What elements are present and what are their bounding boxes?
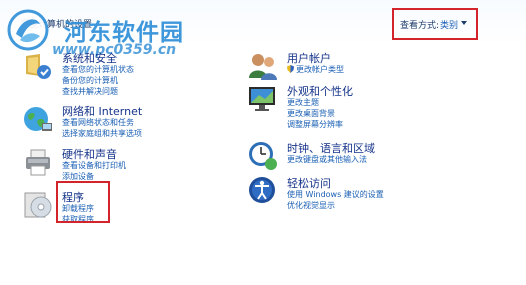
link-homegroup-sharing[interactable]: 选择家庭组和共享选项 [62, 128, 142, 139]
link-change-input-method[interactable]: 更改键盘或其他输入法 [287, 154, 367, 165]
link-troubleshoot[interactable]: 查找并解决问题 [62, 86, 118, 97]
link-change-account-type[interactable]: 更改帐户类型 [287, 64, 344, 75]
network-globe-icon [24, 107, 52, 131]
link-adjust-resolution[interactable]: 调整屏幕分辨率 [287, 119, 343, 130]
programs-disc-icon [24, 192, 52, 218]
category-appearance: 外观和个性化 更改主题 更改桌面背景 调整屏幕分辨率 [247, 83, 487, 131]
link-devices-printers[interactable]: 查看设备和打印机 [62, 160, 126, 171]
chevron-down-icon[interactable] [461, 21, 467, 25]
category-ease-of-access: 轻松访问 使用 Windows 建议的设置 优化视觉显示 [247, 175, 487, 213]
view-by-label: 查看方式: [400, 21, 440, 31]
category-user-accounts: 用户帐户 更改帐户类型 [247, 50, 487, 80]
view-by-dropdown[interactable]: 类别 [440, 18, 458, 31]
user-accounts-icon [249, 54, 277, 80]
link-optimize-visual-display[interactable]: 优化视觉显示 [287, 200, 335, 211]
view-by-control: 查看方式: 类别 [392, 8, 478, 40]
clock-globe-icon [249, 142, 277, 170]
watermark-logo-icon [7, 9, 49, 51]
category-network-internet: 网络和 Internet 查看网络状态和任务 选择家庭组和共享选项 [22, 103, 222, 141]
link-backup-computer[interactable]: 备份您的计算机 [62, 75, 118, 86]
link-view-computer-status[interactable]: 查看您的计算机状态 [62, 64, 134, 75]
link-change-theme[interactable]: 更改主题 [287, 97, 319, 108]
printer-icon [26, 149, 50, 176]
link-change-desktop-background[interactable]: 更改桌面背景 [287, 108, 335, 119]
uac-shield-icon [287, 65, 294, 73]
link-windows-recommended-settings[interactable]: 使用 Windows 建议的设置 [287, 189, 384, 200]
control-panel-window: 调整计算机的设置 河东软件园 www.pc0359.cn 查看方式: 类别 系统… [0, 0, 526, 285]
appearance-monitor-icon [249, 87, 275, 111]
category-programs: 程序 卸载程序 获取程序 [22, 189, 222, 229]
system-security-icon [26, 54, 51, 79]
link-network-status[interactable]: 查看网络状态和任务 [62, 117, 134, 128]
category-clock-language: 时钟、语言和区域 更改键盘或其他输入法 [247, 140, 487, 170]
category-hardware-sound: 硬件和声音 查看设备和打印机 添加设备 [22, 146, 222, 184]
ease-of-access-icon [249, 177, 275, 203]
programs-highlight-box [56, 181, 110, 223]
category-system-security: 系统和安全 查看您的计算机状态 备份您的计算机 查找并解决问题 [22, 50, 222, 98]
link-change-account-type-label: 更改帐户类型 [296, 65, 344, 74]
